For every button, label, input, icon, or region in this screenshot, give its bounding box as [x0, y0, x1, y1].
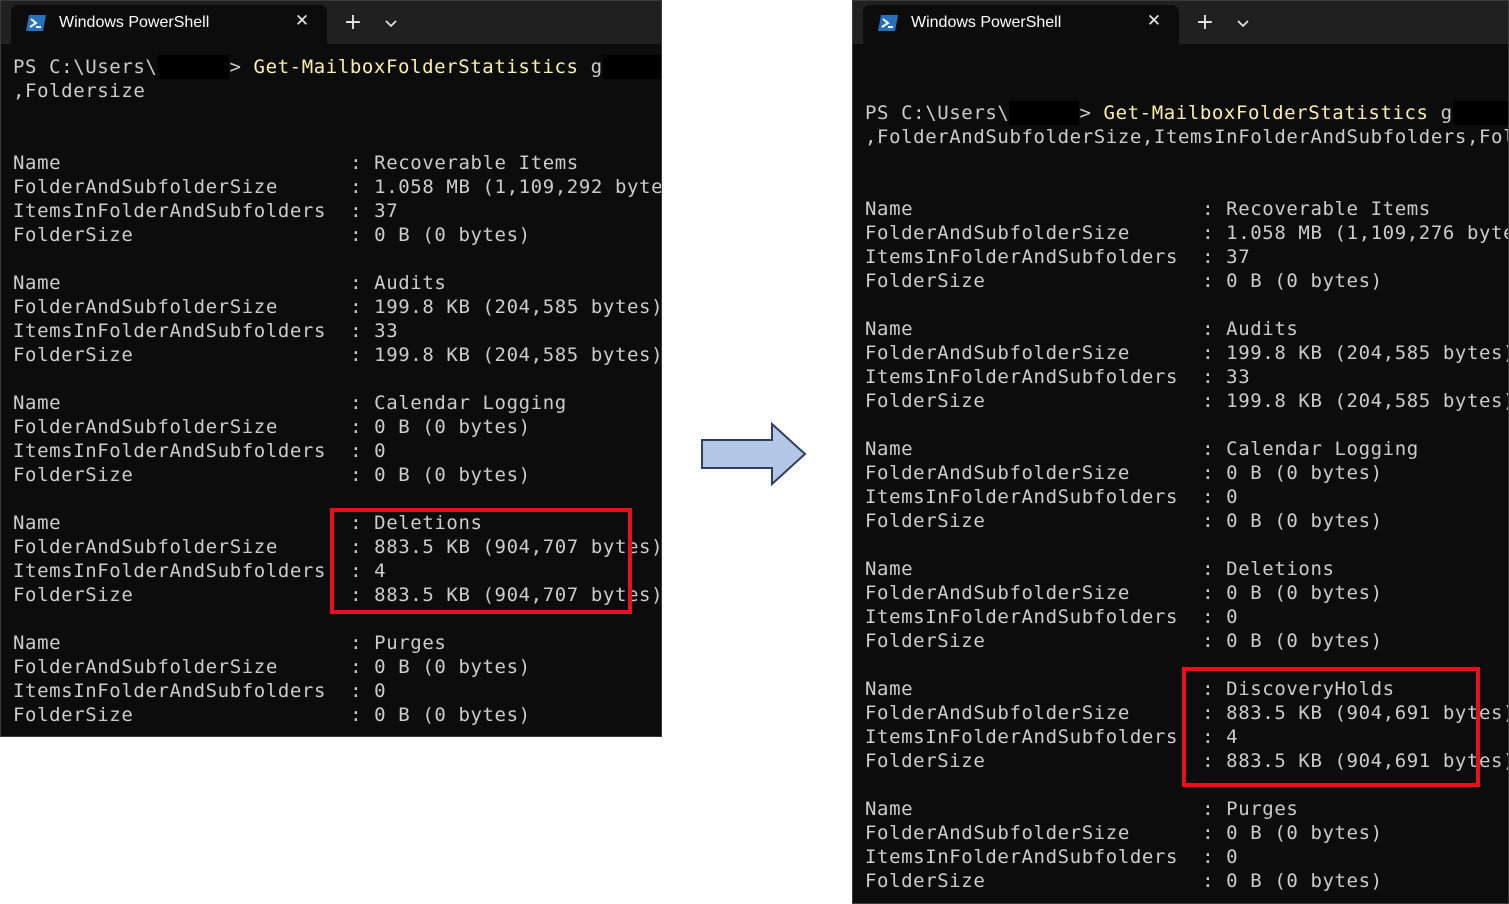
tab-title: Windows PowerShell — [59, 14, 210, 31]
redacted-username — [1009, 101, 1080, 125]
command-argument: g — [1428, 102, 1453, 124]
command-argument: g — [578, 56, 603, 78]
command-continuation: ,Foldersize — [13, 80, 146, 102]
tab-windows-powershell[interactable]: Windows PowerShell ✕ — [11, 5, 327, 44]
prompt-suffix: > — [1079, 102, 1104, 124]
command-name: Get-MailboxFolderStatistics — [253, 56, 579, 78]
folder-statistics-output: Name : Recoverable Items FolderAndSubfol… — [13, 152, 662, 726]
right-arrow-icon — [701, 422, 807, 486]
powershell-icon — [878, 15, 898, 31]
highlight-box-deletions — [330, 508, 632, 614]
close-icon[interactable]: ✕ — [1143, 10, 1165, 32]
new-tab-button[interactable]: + — [339, 9, 367, 37]
command-continuation: ,FolderAndSubfolderSize,ItemsInFolderAnd… — [865, 126, 1509, 148]
prompt: PS C:\Users\ — [13, 56, 158, 78]
tab-title: Windows PowerShell — [911, 14, 1062, 31]
new-tab-button[interactable]: + — [1191, 9, 1219, 37]
highlight-box-discoveryholds — [1182, 667, 1480, 787]
folder-statistics-output: Name : Recoverable Items FolderAndSubfol… — [865, 198, 1509, 892]
powershell-window-after: Windows PowerShell ✕ + PS C:\Users\ > Get… — [852, 0, 1509, 904]
tab-bar: Windows PowerShell ✕ + — [853, 1, 1508, 44]
redacted-argument — [1452, 101, 1508, 125]
prompt: PS C:\Users\ — [865, 102, 1010, 124]
prompt-suffix: > — [229, 56, 254, 78]
command-name: Get-MailboxFolderStatistics — [1103, 102, 1429, 124]
powershell-window-before: Windows PowerShell ✕ + PS C:\Users\ > Get… — [0, 0, 662, 737]
chevron-down-icon[interactable] — [377, 9, 405, 37]
redacted-argument — [602, 55, 661, 79]
redacted-username — [157, 55, 230, 79]
tab-bar: Windows PowerShell ✕ + — [1, 1, 661, 44]
terminal-output: PS C:\Users\ > Get-MailboxFolderStatistic… — [13, 55, 662, 727]
chevron-down-icon[interactable] — [1229, 9, 1257, 37]
powershell-icon — [26, 15, 46, 31]
close-icon[interactable]: ✕ — [291, 10, 313, 32]
tab-windows-powershell[interactable]: Windows PowerShell ✕ — [863, 5, 1179, 44]
